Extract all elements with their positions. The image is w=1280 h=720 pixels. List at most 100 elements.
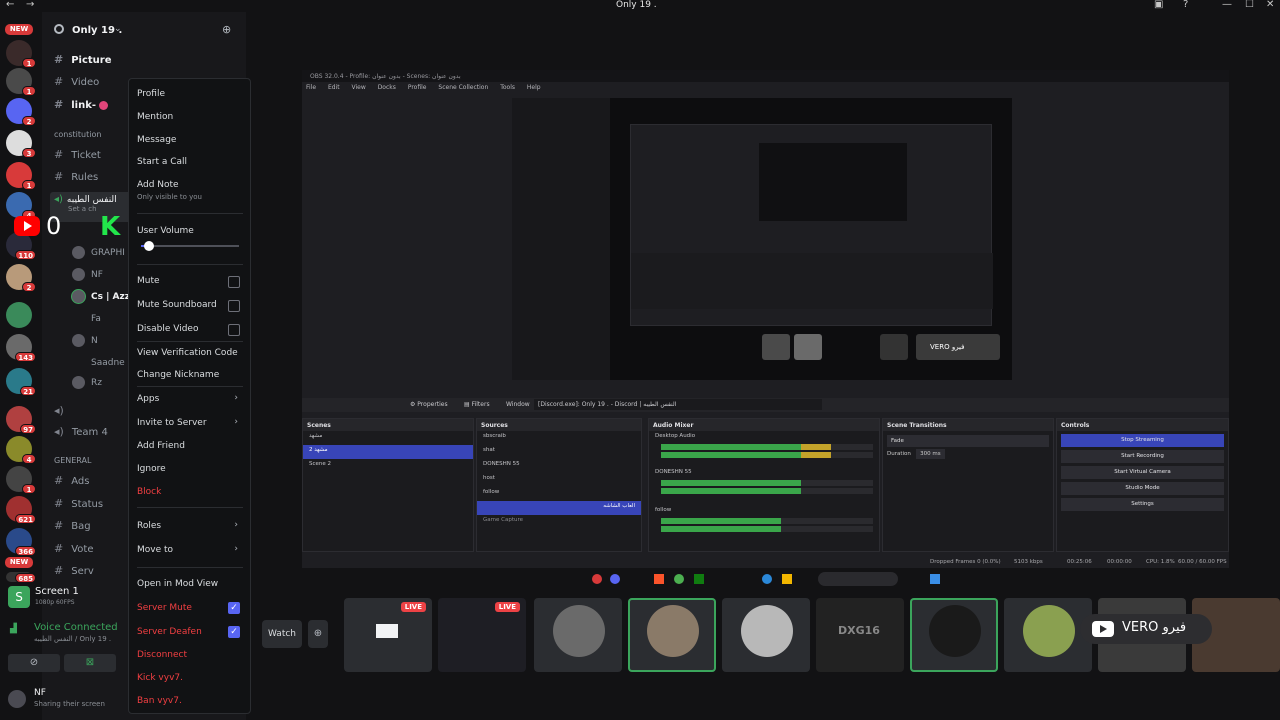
back-arrow-icon[interactable]: ← — [6, 0, 14, 10]
server-icon[interactable]: 97 — [6, 406, 36, 434]
obs-source-item[interactable]: DONESHN 55 — [477, 459, 641, 473]
obs-source-item[interactable]: host — [477, 473, 641, 487]
menu-server-deafen[interactable]: Server Deafen — [137, 627, 202, 637]
participant-tile[interactable] — [534, 598, 622, 672]
channel-link[interactable]: # link- — [54, 98, 109, 111]
participant-tile[interactable] — [910, 598, 998, 672]
channel-vote[interactable]: # Vote — [54, 542, 93, 555]
server-mute-checkbox[interactable]: ✓ — [228, 602, 240, 614]
discord-server-icon[interactable]: 2 — [6, 98, 36, 126]
obs-transition-select[interactable]: Fade — [887, 435, 1049, 447]
server-icon[interactable]: 143 — [6, 334, 36, 362]
participant-tile[interactable]: DXG16 — [816, 598, 904, 672]
channel-video[interactable]: # Video — [54, 75, 99, 88]
voice-user[interactable]: Rz — [72, 376, 102, 389]
server-icon[interactable]: 21 — [6, 368, 36, 396]
obs-menu-edit[interactable]: Edit — [328, 84, 340, 91]
server-icon[interactable]: 1 — [6, 466, 36, 494]
channel-rules[interactable]: # Rules — [54, 170, 98, 183]
obs-start-recording-button[interactable]: Start Recording — [1061, 450, 1224, 463]
menu-mute[interactable]: Mute — [137, 276, 160, 286]
obs-source-item[interactable]: sbscraib — [477, 431, 641, 445]
menu-change-nickname[interactable]: Change Nickname — [137, 370, 219, 380]
obs-source-item[interactable]: follow — [477, 487, 641, 501]
obs-menu-profile[interactable]: Profile — [408, 84, 427, 91]
share-screen-icon[interactable]: ⊠ — [64, 654, 116, 672]
obs-scene-item[interactable]: مشهد 2 — [303, 445, 473, 459]
server-icon[interactable]: 1 — [6, 68, 36, 96]
obs-menu-view[interactable]: View — [352, 84, 366, 91]
voice-user[interactable]: Saadne — [72, 356, 125, 369]
participant-tile[interactable] — [722, 598, 810, 672]
channel-team-4[interactable]: ◂) Team 4 — [54, 425, 108, 438]
category-general[interactable]: GENERAL — [54, 456, 91, 465]
mute-soundboard-checkbox[interactable] — [228, 300, 240, 312]
server-icon[interactable]: 366 — [6, 528, 36, 556]
category-constitution[interactable]: constitution — [54, 130, 101, 139]
obs-duration-input[interactable]: 300 ms — [916, 449, 945, 459]
stream-view[interactable]: OBS 32.0.4 - Profile: بدون عنوان - Scene… — [302, 70, 1229, 568]
obs-settings-button[interactable]: Settings — [1061, 498, 1224, 511]
participant-tile[interactable]: LIVE — [344, 598, 432, 672]
server-icon[interactable]: 3 — [6, 130, 36, 158]
obs-scene-item[interactable]: Scene 2 — [303, 459, 473, 473]
menu-profile[interactable]: Profile — [137, 89, 165, 99]
menu-view-verification-code[interactable]: View Verification Code — [137, 348, 238, 358]
obs-menu-tools[interactable]: Tools — [500, 84, 515, 91]
server-deafen-checkbox[interactable]: ✓ — [228, 626, 240, 638]
obs-filters-button[interactable]: ▤ Filters — [464, 401, 490, 408]
server-icon[interactable]: 1 — [6, 162, 36, 190]
menu-message[interactable]: Message — [137, 135, 176, 145]
menu-server-mute[interactable]: Server Mute — [137, 603, 192, 613]
server-icon[interactable]: 621 — [6, 496, 36, 524]
obs-menu-scene-collection[interactable]: Scene Collection — [438, 84, 488, 91]
channel-status[interactable]: # Status — [54, 497, 103, 510]
obs-properties-button[interactable]: ⚙ Properties — [410, 401, 448, 408]
obs-scene-item[interactable]: مشهد — [303, 431, 473, 445]
participant-tile[interactable]: LIVE — [438, 598, 526, 672]
menu-disable-video[interactable]: Disable Video — [137, 324, 198, 334]
server-icon[interactable]: 4 — [6, 436, 36, 464]
watch-button[interactable]: Watch — [262, 620, 302, 648]
menu-block[interactable]: Block — [137, 487, 161, 497]
obs-source-item[interactable]: العاب الشاشه — [477, 501, 641, 515]
server-icon[interactable] — [6, 302, 32, 328]
menu-add-note[interactable]: Add Note — [137, 180, 179, 190]
menu-ignore[interactable]: Ignore — [137, 464, 166, 474]
channel-ads[interactable]: # Ads — [54, 474, 89, 487]
menu-add-friend[interactable]: Add Friend — [137, 441, 185, 451]
channel-bag[interactable]: # Bag — [54, 519, 91, 532]
menu-roles[interactable]: Roles — [137, 521, 161, 531]
channel-ticket[interactable]: # Ticket — [54, 148, 101, 161]
minimize-icon[interactable]: — — [1222, 0, 1232, 10]
menu-kick[interactable]: Kick vyv7. — [137, 673, 183, 683]
screen-share-panel[interactable]: S Screen 1 1080p 60FPS — [0, 580, 128, 614]
voice-user[interactable]: NF — [72, 268, 103, 281]
voice-channel-speaker[interactable]: ◂) — [54, 404, 72, 417]
menu-invite-to-server[interactable]: Invite to Server — [137, 418, 207, 428]
participant-tile[interactable] — [628, 598, 716, 672]
server-header[interactable]: Only 19 . ⌄ ⊕ — [42, 22, 246, 42]
voice-user[interactable]: Fa — [72, 312, 101, 325]
obs-source-item[interactable]: shat — [477, 445, 641, 459]
menu-ban[interactable]: Ban vyv7. — [137, 696, 182, 706]
obs-window-select[interactable]: [Discord.exe]: Only 19 . - Discord | الن… — [534, 399, 822, 410]
obs-menu-file[interactable]: File — [306, 84, 316, 91]
voice-user[interactable]: N — [72, 334, 98, 347]
menu-disconnect[interactable]: Disconnect — [137, 650, 187, 660]
menu-open-mod-view[interactable]: Open in Mod View — [137, 579, 218, 589]
menu-mention[interactable]: Mention — [137, 112, 173, 122]
participant-tile[interactable] — [1004, 598, 1092, 672]
server-icon[interactable]: 2 — [6, 264, 36, 292]
obs-studio-mode-button[interactable]: Studio Mode — [1061, 482, 1224, 495]
camera-off-icon[interactable]: ⊘ — [8, 654, 60, 672]
volume-slider[interactable] — [141, 241, 239, 251]
channel-picture[interactable]: # Picture — [54, 53, 112, 66]
obs-virtual-camera-button[interactable]: Start Virtual Camera — [1061, 466, 1224, 479]
voice-user[interactable]: GRAPHI — [72, 246, 125, 259]
obs-menu-help[interactable]: Help — [527, 84, 541, 91]
disable-video-checkbox[interactable] — [228, 324, 240, 336]
obs-source-item[interactable]: Game Capture — [477, 515, 641, 529]
menu-start-call[interactable]: Start a Call — [137, 157, 187, 167]
help-icon[interactable]: ? — [1183, 0, 1188, 10]
